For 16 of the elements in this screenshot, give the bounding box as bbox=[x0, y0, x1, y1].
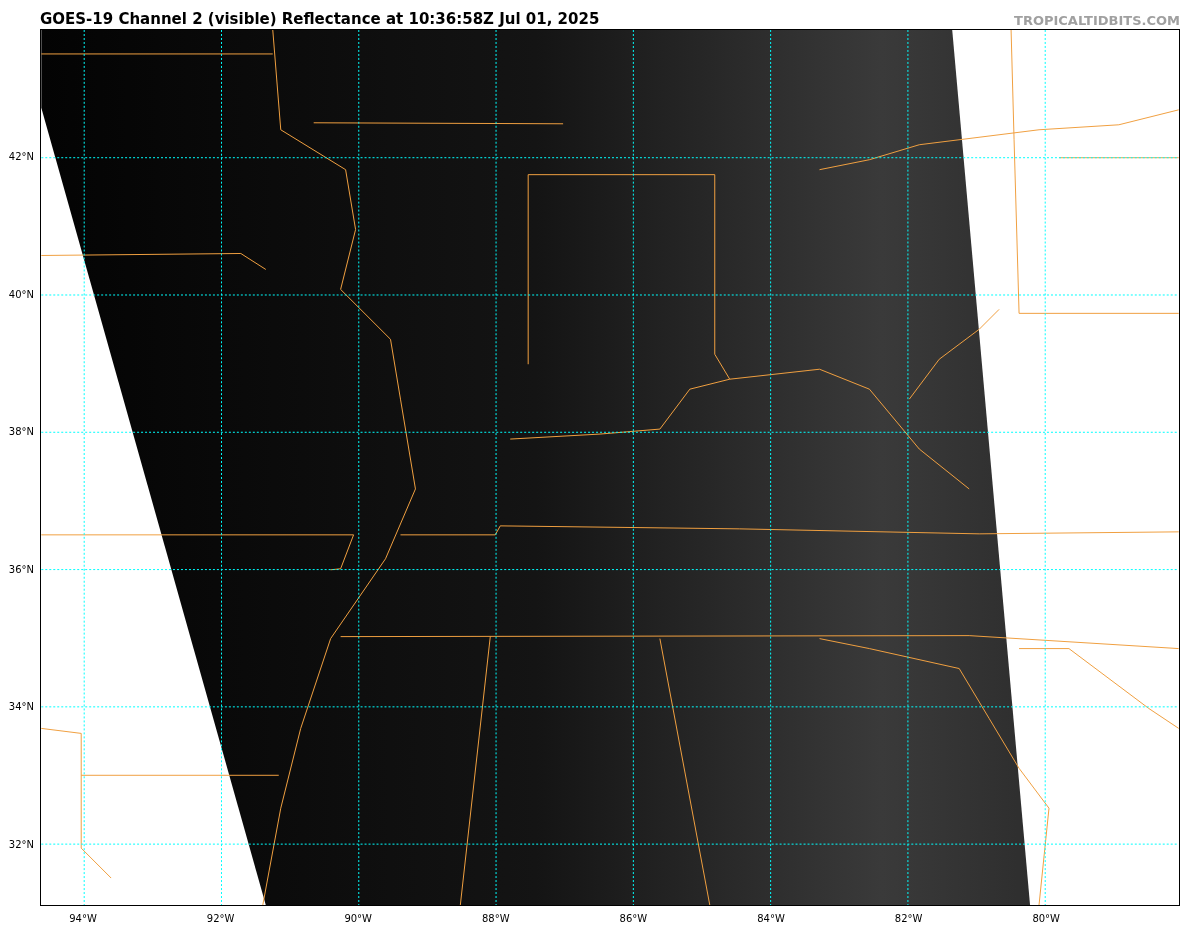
site-credit: TROPICALTIDBITS.COM bbox=[1014, 14, 1180, 27]
latitude-label: 38°N bbox=[8, 427, 34, 438]
longitude-label: 84°W bbox=[757, 914, 785, 924]
latitude-label: 34°N bbox=[8, 702, 34, 713]
latitude-label: 40°N bbox=[8, 289, 34, 300]
longitude-label: 94°W bbox=[69, 914, 97, 924]
longitude-label: 88°W bbox=[482, 914, 510, 924]
longitude-label: 82°W bbox=[894, 914, 923, 924]
latitude-label: 42°N bbox=[8, 152, 34, 162]
latitude-label: 36°N bbox=[8, 564, 34, 575]
latitude-label: 32°N bbox=[8, 840, 34, 850]
longitude-label: 80°W bbox=[1032, 914, 1060, 924]
longitude-label: 90°W bbox=[344, 914, 372, 924]
map-title: GOES-19 Channel 2 (visible) Reflectance at 10:36:58Z Jul 01, 2025 bbox=[40, 12, 600, 27]
longitude-label: 86°W bbox=[619, 914, 648, 924]
longitude-label: 92°W bbox=[206, 914, 235, 924]
